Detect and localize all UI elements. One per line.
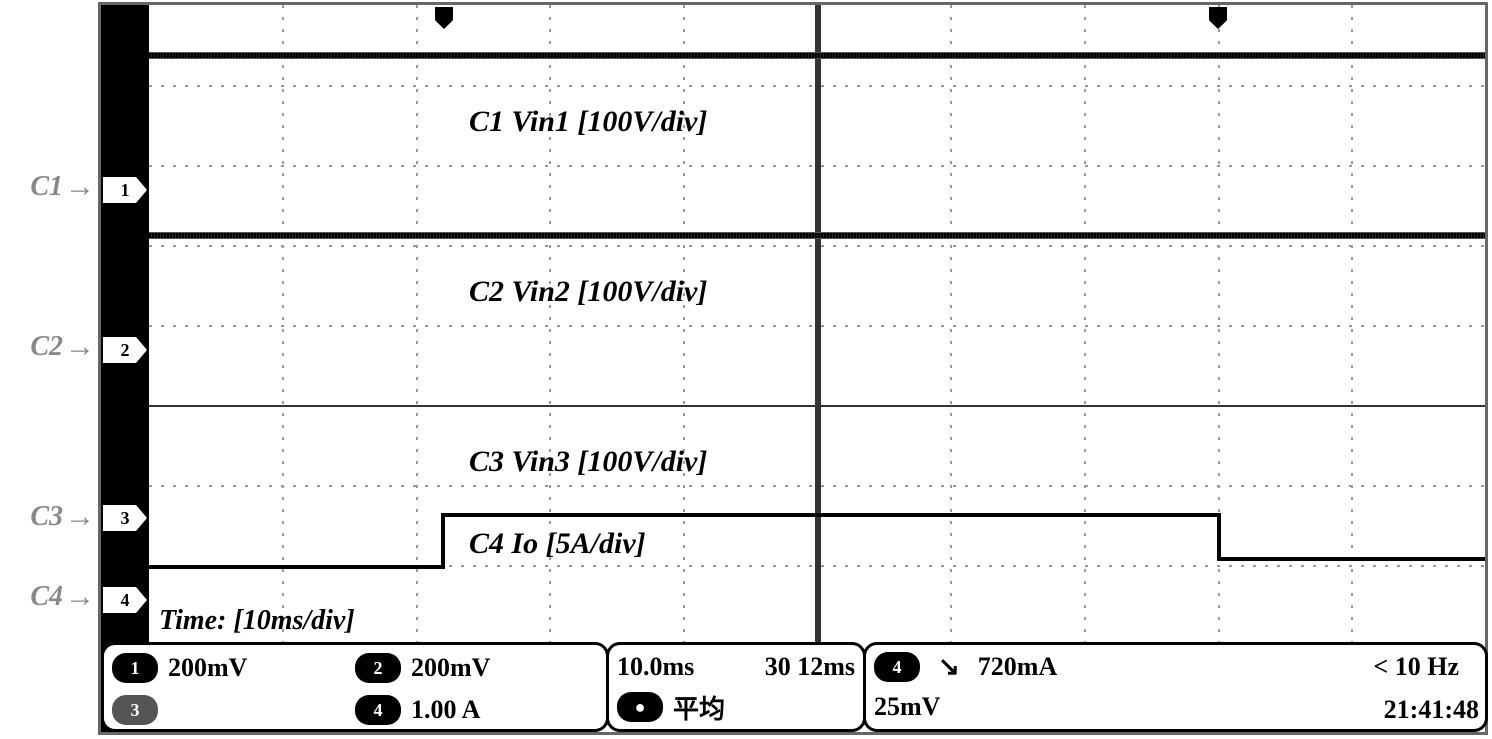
channel-label-c3: C3→ xyxy=(0,500,95,534)
annotation-c4: C4 Io [5A/div] xyxy=(469,527,646,561)
ground-marker-c3: 3 xyxy=(103,505,147,531)
scope-left-margin: 1 2 3 4 xyxy=(101,5,149,732)
timebase-offset: 30 12ms xyxy=(765,652,855,682)
ch2-scale: 200mV xyxy=(411,653,490,683)
trace-c4-seg xyxy=(441,513,1219,517)
status-timebase: 10.0ms 30 12ms ● 平均 xyxy=(606,642,866,732)
channel-label-c1: C1→ xyxy=(0,170,95,204)
channel-label-c4: C4→ xyxy=(0,580,95,614)
trace-c4-seg xyxy=(149,565,443,569)
trigger-source-badge: 4 xyxy=(874,652,920,682)
trace-c4-seg xyxy=(1217,557,1485,561)
arrow-right-icon: → xyxy=(65,330,95,364)
grid-h xyxy=(149,325,1485,327)
channel-badge-1: 1 xyxy=(112,653,158,683)
avg-label: 平均 xyxy=(673,689,725,726)
trigger-freq: < 10 Hz xyxy=(1373,652,1459,682)
annotation-c3: C3 Vin3 [100V/div] xyxy=(469,445,707,479)
plot-area: C1 Vin1 [100V/div] C2 Vin2 [100V/div] C3… xyxy=(149,5,1485,645)
grid-h xyxy=(149,165,1485,167)
arrow-right-icon: → xyxy=(65,500,95,534)
ground-marker-c2: 2 xyxy=(103,337,147,363)
status-bar: 1 200mV 2 200mV 3 4 1.00 A xyxy=(101,642,1485,732)
ch1-scale: 200mV xyxy=(168,653,247,683)
avg-value: 25mV xyxy=(874,692,940,722)
annotation-c2: C2 Vin2 [100V/div] xyxy=(469,275,707,309)
trigger-slope-icon: ↘ xyxy=(938,652,960,682)
channel-badge-3: 3 xyxy=(112,695,158,725)
trace-c4-seg xyxy=(1217,513,1221,557)
oscilloscope-screenshot: C1→ C2→ C3→ C4→ 1 2 3 4 xyxy=(0,0,1492,739)
arrow-right-icon: → xyxy=(65,580,95,614)
channel-label-c2: C2→ xyxy=(0,330,95,364)
avg-badge-icon: ● xyxy=(617,692,663,722)
grid-h xyxy=(149,245,1485,247)
channel-badge-4: 4 xyxy=(355,695,401,725)
ground-marker-c1: 1 xyxy=(103,177,147,203)
scope-frame: 1 2 3 4 xyxy=(98,2,1488,735)
arrow-right-icon: → xyxy=(65,170,95,204)
channel-badge-2: 2 xyxy=(355,653,401,683)
trace-c3 xyxy=(149,405,1485,407)
clock: 21:41:48 xyxy=(1384,695,1479,725)
trace-c2 xyxy=(149,233,1485,238)
annotation-c1: C1 Vin1 [100V/div] xyxy=(469,105,707,139)
trace-c1 xyxy=(149,53,1485,58)
annotation-time: Time: [10ms/div] xyxy=(159,605,355,637)
trigger-level: 720mA xyxy=(978,652,1057,682)
status-trigger: 4 ↘ 720mA < 10 Hz 25mV 21:41:48 xyxy=(863,642,1488,732)
trace-c4-seg xyxy=(441,513,445,569)
status-channel-scales: 1 200mV 2 200mV 3 4 1.00 A xyxy=(101,642,609,732)
ground-marker-c4: 4 xyxy=(103,587,147,613)
grid-h xyxy=(149,85,1485,87)
grid-h xyxy=(149,485,1485,487)
timebase-value: 10.0ms xyxy=(617,652,694,682)
trigger-marker-icon xyxy=(435,7,453,29)
ch4-scale: 1.00 A xyxy=(411,695,480,725)
trigger-marker-icon xyxy=(1209,7,1227,29)
